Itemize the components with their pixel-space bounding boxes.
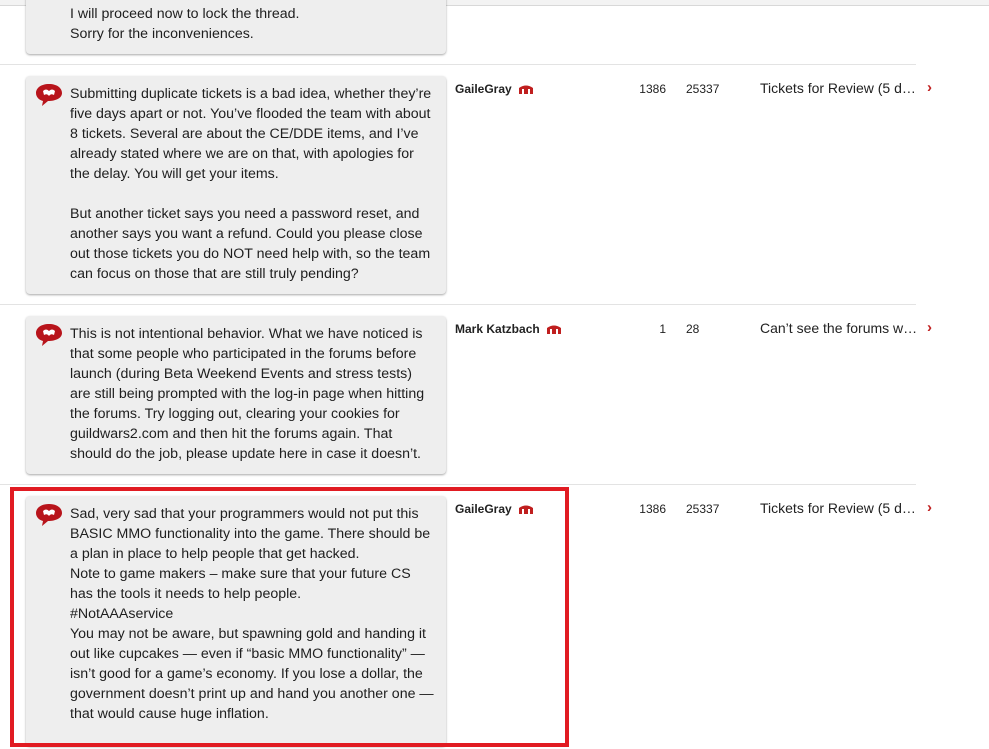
chevron-right-icon[interactable]: › xyxy=(927,319,932,336)
author-points: 25337 xyxy=(686,502,720,516)
post-bubble: I will proceed now to lock the thread. S… xyxy=(26,0,446,54)
post-text: This is not intentional behavior. What w… xyxy=(70,326,425,462)
author-post-count: 1386 xyxy=(639,502,666,516)
post-separator xyxy=(0,484,916,485)
author-points: 25337 xyxy=(686,82,720,96)
author-post-count: 1386 xyxy=(639,82,666,96)
thread-link[interactable]: Tickets for Review (5 days and counting) xyxy=(760,80,920,96)
thread-link[interactable]: Tickets for Review (5 days and counting) xyxy=(760,500,920,516)
post-text: Submitting duplicate tickets is a bad id… xyxy=(70,86,432,282)
arenanet-staff-icon xyxy=(547,325,562,334)
gw2-logo-icon xyxy=(36,324,62,346)
thread-link[interactable]: Can’t see the forums when logged in xyxy=(760,320,920,336)
post-bubble: Submitting duplicate tickets is a bad id… xyxy=(26,76,446,294)
author-name[interactable]: GaileGray xyxy=(455,82,512,96)
author-points: 28 xyxy=(686,322,700,336)
gw2-logo-icon xyxy=(36,84,62,106)
post-author[interactable]: Mark Katzbach xyxy=(455,322,562,336)
chevron-right-icon[interactable]: › xyxy=(927,79,932,96)
highlight-box xyxy=(10,487,569,747)
arenanet-staff-icon xyxy=(519,85,534,94)
author-post-count: 1 xyxy=(659,322,666,336)
post-separator xyxy=(0,304,916,305)
post-author[interactable]: GaileGray xyxy=(455,82,534,96)
post-bubble: This is not intentional behavior. What w… xyxy=(26,316,446,474)
chevron-right-icon[interactable]: › xyxy=(927,499,932,516)
post-text: I will proceed now to lock the thread. S… xyxy=(70,6,300,42)
post-separator xyxy=(0,64,916,65)
author-name[interactable]: Mark Katzbach xyxy=(455,322,540,336)
